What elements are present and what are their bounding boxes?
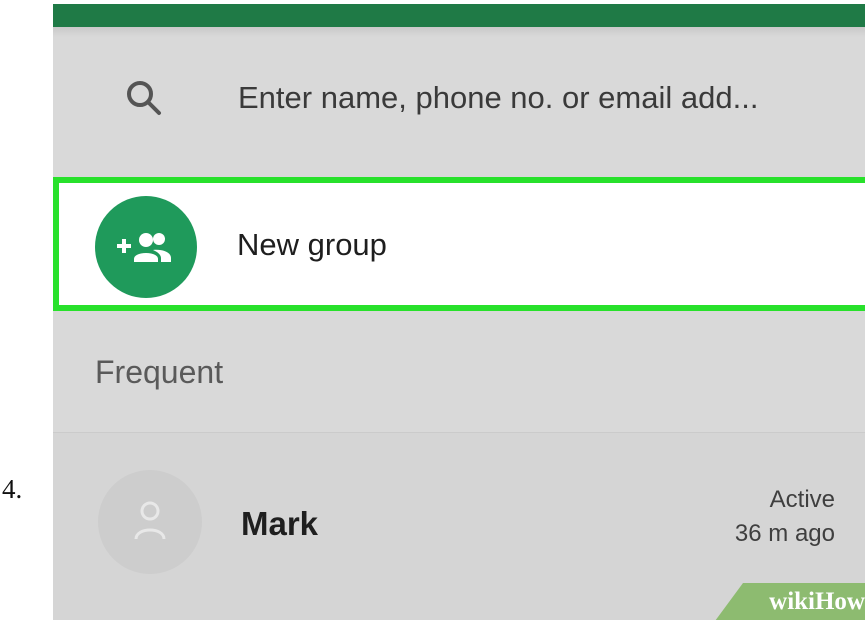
top-bar-shadow bbox=[53, 27, 865, 37]
search-row bbox=[53, 55, 865, 145]
top-app-bar bbox=[53, 0, 865, 27]
person-icon bbox=[134, 501, 166, 540]
step-number: 4. bbox=[2, 474, 23, 504]
search-input[interactable] bbox=[238, 75, 838, 121]
new-group-button[interactable]: New group bbox=[53, 177, 865, 311]
frequent-section-header: Frequent bbox=[95, 354, 224, 390]
contact-status-active: Active bbox=[769, 486, 835, 513]
contact-name: Mark bbox=[241, 505, 319, 542]
contact-status: Active 36 m ago bbox=[665, 483, 835, 551]
wikihow-watermark-text: wikiHow bbox=[769, 588, 865, 615]
new-group-label: New group bbox=[237, 227, 387, 262]
contact-list: Mark Active 36 m ago wikiHow bbox=[53, 432, 865, 620]
group-add-icon bbox=[117, 233, 171, 262]
new-group-avatar bbox=[95, 196, 197, 298]
contact-status-time: 36 m ago bbox=[734, 520, 835, 547]
contact-avatar bbox=[98, 470, 202, 574]
app-screen: New group Frequent Mark Active 36 m ago … bbox=[53, 0, 865, 620]
search-icon[interactable] bbox=[123, 77, 165, 119]
